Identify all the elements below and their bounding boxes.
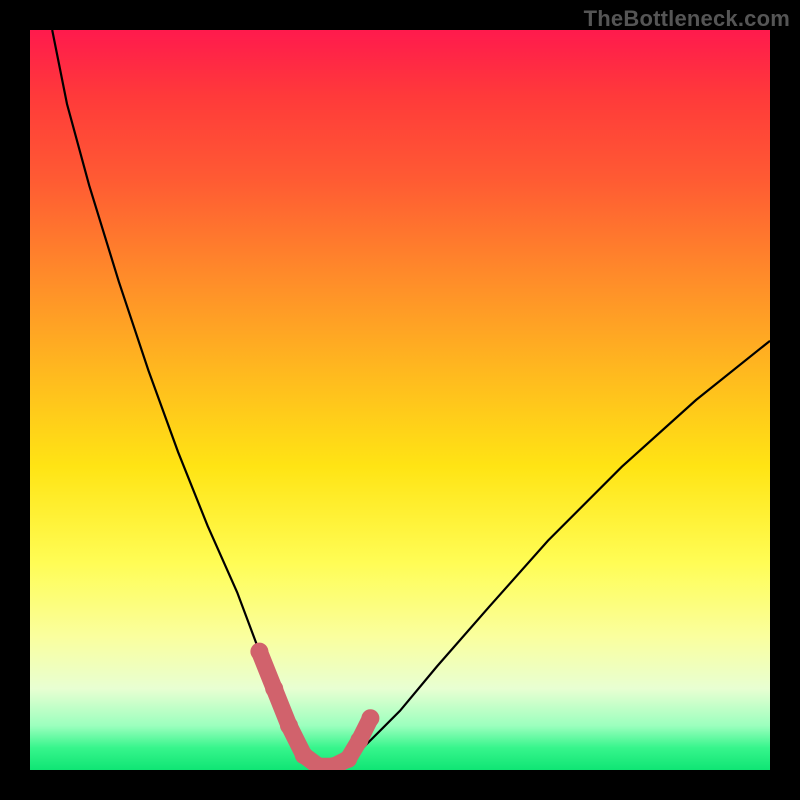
optimal-dot — [295, 746, 313, 764]
optimal-range-dots — [250, 643, 379, 770]
optimal-dot — [280, 717, 298, 735]
optimal-dot — [339, 750, 357, 768]
bottleneck-curve — [52, 30, 770, 770]
optimal-dot — [250, 643, 268, 661]
watermark-text: TheBottleneck.com — [584, 6, 790, 32]
chart-frame: TheBottleneck.com — [0, 0, 800, 800]
curve-layer — [30, 30, 770, 770]
gradient-plot-area — [30, 30, 770, 770]
optimal-dot — [361, 709, 379, 727]
optimal-dot — [350, 731, 368, 749]
optimal-dot — [265, 680, 283, 698]
